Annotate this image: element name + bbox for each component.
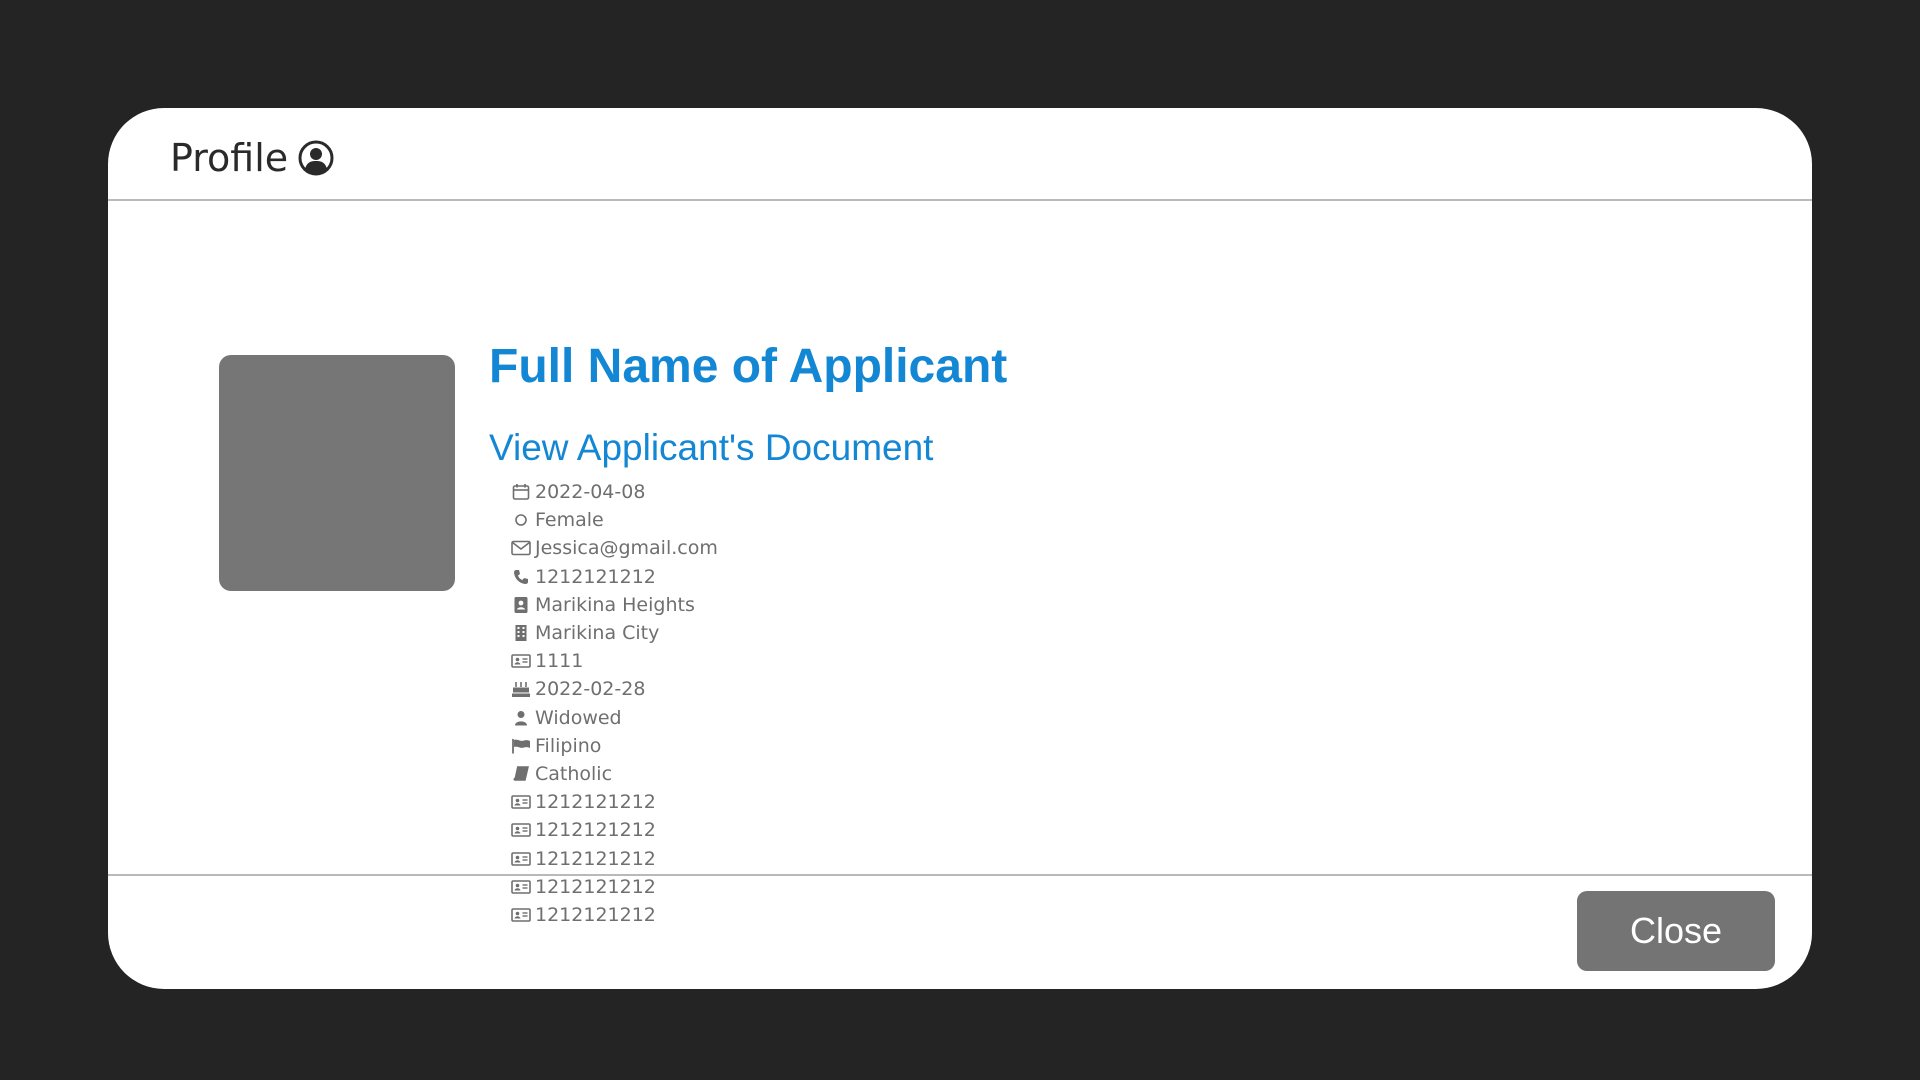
id-card-icon [510,822,532,838]
city-value: Marikina City [535,622,660,645]
detail-item: 1212121212 [510,844,718,872]
applicant-details-list: 2022-04-08 Female Jessica@gmail.com 1212… [510,478,718,929]
modal-footer: Close [108,874,1812,989]
building-icon [510,624,532,642]
phone-icon [510,569,532,585]
close-button[interactable]: Close [1577,891,1775,971]
detail-item: 1212121212 [510,788,718,816]
id-number-value: 1212121212 [535,847,656,870]
religion-value: Catholic [535,762,613,785]
detail-item: 2022-04-08 [510,478,718,506]
modal-title: Profile [170,136,334,180]
view-document-link[interactable]: View Applicant's Document [489,427,933,469]
applicant-name: Full Name of Applicant [489,340,1008,393]
id-card-icon [510,653,532,669]
flag-icon [510,738,532,754]
detail-item: Jessica@gmail.com [510,534,718,562]
id-value: 1111 [535,650,584,673]
modal-title-text: Profile [170,136,289,180]
detail-item: 1111 [510,647,718,675]
circle-icon [510,513,532,527]
id-number-value: 1212121212 [535,819,656,842]
phone-value: 1212121212 [535,565,656,588]
user-icon [510,710,532,726]
detail-item: Marikina Heights [510,591,718,619]
profile-modal: Profile Full Name of Applicant View Appl… [108,108,1812,989]
user-circle-icon [298,140,334,176]
modal-header: Profile [108,108,1812,201]
birthday-cake-icon [510,680,532,698]
applicant-photo [219,355,455,591]
id-card-icon [510,794,532,810]
book-icon [510,766,532,782]
id-number-value: 1212121212 [535,791,656,814]
sex-value: Female [535,509,604,532]
envelope-icon [510,540,532,556]
detail-item: Female [510,506,718,534]
detail-item: Catholic [510,760,718,788]
nationality-value: Filipino [535,734,602,757]
birth-date-value: 2022-04-08 [535,481,646,504]
modal-body: Full Name of Applicant View Applicant's … [108,201,1812,982]
detail-item: Filipino [510,732,718,760]
address-book-icon [510,596,532,614]
birthday-value: 2022-02-28 [535,678,646,701]
detail-item: 1212121212 [510,563,718,591]
detail-item: Widowed [510,704,718,732]
calendar-icon [510,483,532,501]
detail-item: 2022-02-28 [510,675,718,703]
id-card-icon [510,851,532,867]
email-value: Jessica@gmail.com [535,537,718,560]
civil-status-value: Widowed [535,706,622,729]
detail-item: 1212121212 [510,816,718,844]
address-value: Marikina Heights [535,593,695,616]
detail-item: Marikina City [510,619,718,647]
